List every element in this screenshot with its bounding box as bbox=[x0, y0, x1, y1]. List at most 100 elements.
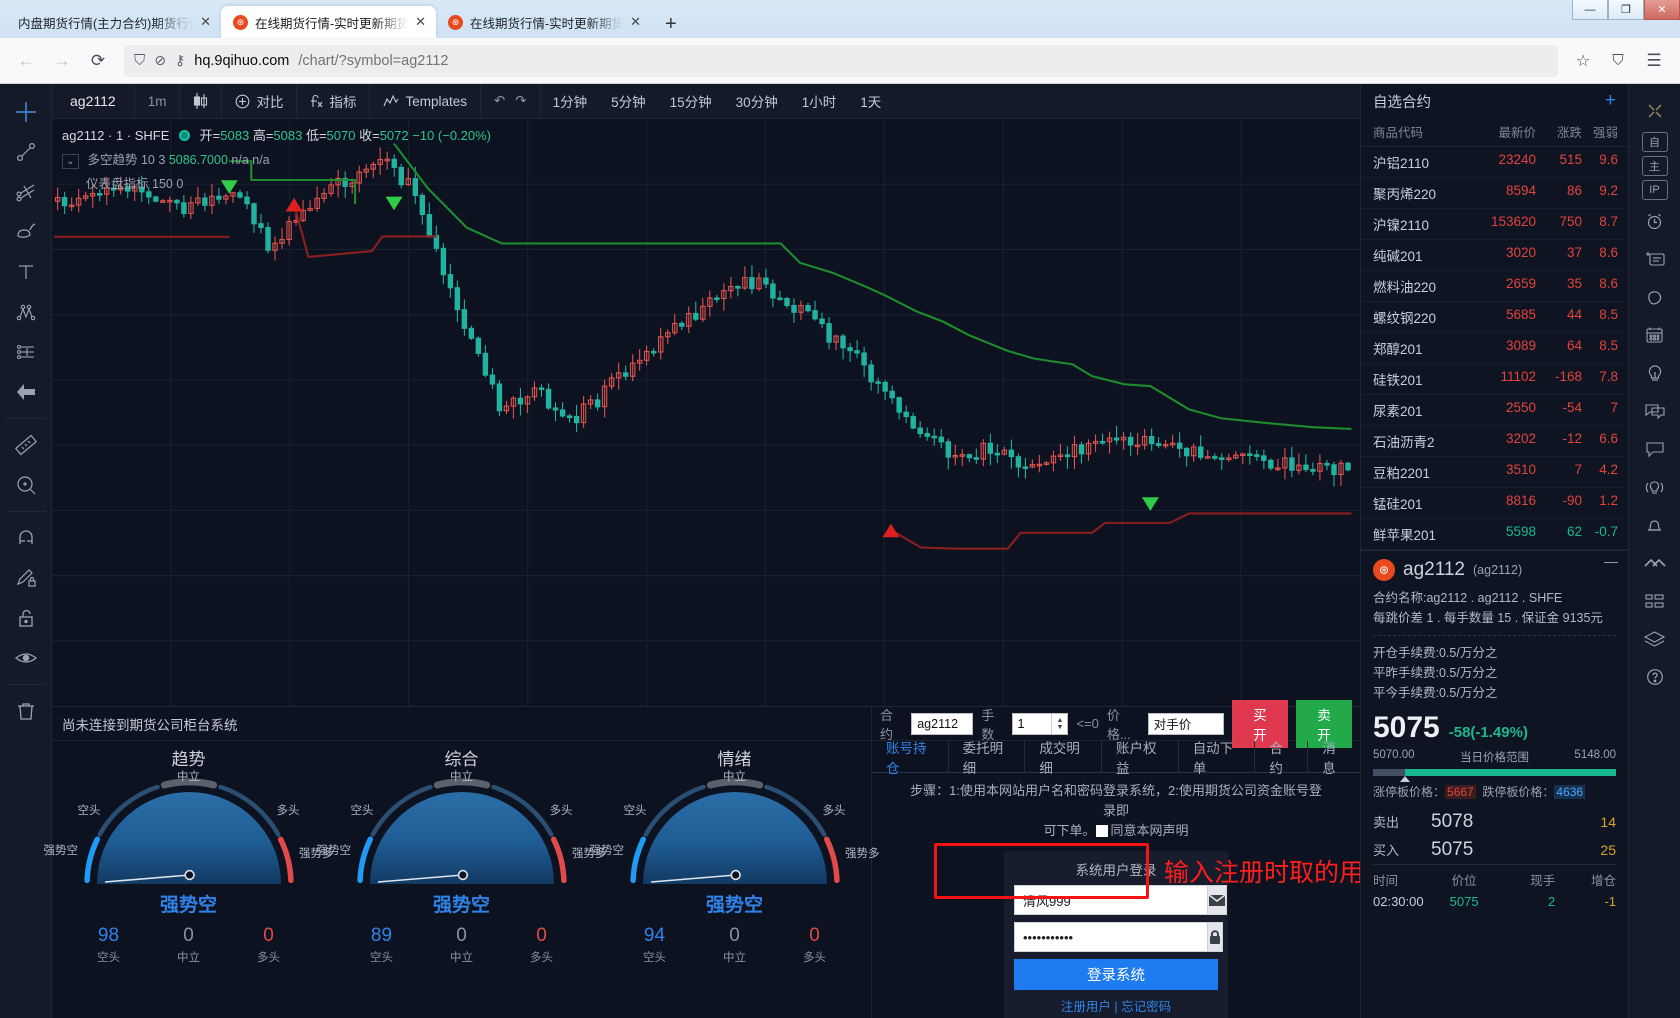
chevrons-icon[interactable] bbox=[1638, 546, 1672, 580]
timeframe-1h[interactable]: 1小时 bbox=[790, 84, 849, 119]
text-icon[interactable] bbox=[8, 254, 44, 290]
table-row[interactable]: 尿素201 2550 -54 7 bbox=[1361, 395, 1628, 426]
username-input[interactable] bbox=[1014, 885, 1207, 916]
table-row[interactable]: 聚丙烯220 8594 86 9.2 bbox=[1361, 178, 1628, 209]
crosshair-icon[interactable] bbox=[8, 94, 44, 130]
minimize-button[interactable]: — bbox=[1572, 0, 1608, 20]
tab-5[interactable]: 合约 bbox=[1254, 741, 1307, 776]
table-row[interactable]: 鲜苹果201 5598 62 -0.7 bbox=[1361, 519, 1628, 550]
stepper-arrows-icon[interactable]: ▲ ▼ bbox=[1051, 713, 1067, 734]
chevron-down-icon[interactable]: ⌄ bbox=[62, 154, 79, 169]
agree-checkbox[interactable] bbox=[1095, 825, 1108, 838]
camera-blocked-icon[interactable]: ⊘ bbox=[154, 52, 166, 69]
timeframe-1m[interactable]: 1分钟 bbox=[541, 84, 600, 119]
price-chart[interactable]: ag2112 · 1 · SHFE 开=5083 高=5083 低=5070 收… bbox=[52, 119, 1360, 706]
layers-icon[interactable] bbox=[1638, 622, 1672, 656]
forward-icon[interactable]: → bbox=[46, 45, 78, 77]
table-row[interactable]: 燃料油220 2659 35 8.6 bbox=[1361, 271, 1628, 302]
tab-6[interactable]: 消息 bbox=[1307, 741, 1360, 776]
compare-button[interactable]: 对比 bbox=[222, 83, 298, 119]
trash-icon[interactable] bbox=[8, 693, 44, 729]
calendar-icon[interactable] bbox=[1638, 318, 1672, 352]
back-icon[interactable]: ← bbox=[10, 45, 42, 77]
timeframe-15m[interactable]: 15分钟 bbox=[658, 84, 724, 119]
new-tab-button[interactable]: + bbox=[651, 14, 691, 38]
ruler-icon[interactable] bbox=[8, 427, 44, 463]
close-window-button[interactable]: ✕ bbox=[1644, 0, 1680, 20]
hand-icon[interactable] bbox=[1638, 280, 1672, 314]
draw-lock-icon[interactable] bbox=[8, 560, 44, 596]
shield-icon[interactable]: ⛉ bbox=[134, 52, 145, 69]
idea-icon[interactable] bbox=[1638, 356, 1672, 390]
chart-canvas[interactable] bbox=[52, 119, 1360, 706]
templates-button[interactable]: Templates bbox=[370, 83, 481, 119]
table-row[interactable]: 螺纹钢220 5685 44 8.5 bbox=[1361, 302, 1628, 333]
pocket-icon[interactable]: ⛉ bbox=[1602, 45, 1634, 77]
table-row[interactable]: 沪镍2110 153620 750 8.7 bbox=[1361, 209, 1628, 240]
ip-icon[interactable]: IP bbox=[1641, 180, 1668, 200]
table-row[interactable]: 锰硅201 8816 -90 1.2 bbox=[1361, 488, 1628, 519]
timeframe-5m[interactable]: 5分钟 bbox=[599, 84, 658, 119]
browser-tab-3[interactable]: ⊛ 在线期货行情-实时更新期货最新 ✕ bbox=[436, 6, 651, 38]
table-row[interactable]: 石油沥青2 3202 -12 6.6 bbox=[1361, 426, 1628, 457]
tab-4[interactable]: 自动下单 bbox=[1177, 741, 1255, 776]
price-input[interactable] bbox=[1147, 712, 1224, 735]
fib-fan-icon[interactable] bbox=[8, 174, 44, 210]
collapse-icon[interactable]: — bbox=[1604, 553, 1618, 569]
register-link[interactable]: 注册用户 bbox=[1061, 1000, 1111, 1014]
timeframe-30m[interactable]: 30分钟 bbox=[724, 84, 790, 119]
tab-3[interactable]: 账户权益 bbox=[1101, 741, 1178, 776]
zoom-in-icon[interactable] bbox=[8, 467, 44, 503]
password-input[interactable] bbox=[1014, 922, 1207, 953]
layout-icon[interactable] bbox=[1638, 584, 1672, 618]
tab-1[interactable]: 委托明细 bbox=[947, 741, 1025, 776]
patterns-icon[interactable] bbox=[8, 294, 44, 330]
table-row[interactable]: 纯碱201 3020 37 8.6 bbox=[1361, 240, 1628, 271]
browser-tab-1[interactable]: 内盘期货行情(主力合约)期货行情列 ✕ bbox=[6, 6, 221, 38]
redo-icon[interactable]: ↷ bbox=[510, 83, 541, 119]
candle-style-icon[interactable] bbox=[180, 83, 223, 119]
close-icon[interactable]: ✕ bbox=[630, 14, 641, 30]
brush-icon[interactable] bbox=[8, 214, 44, 250]
alarm-icon[interactable] bbox=[1638, 204, 1672, 238]
add-symbol-icon[interactable]: + bbox=[1605, 90, 1616, 112]
bell-icon[interactable] bbox=[1638, 508, 1672, 542]
broadcast-icon[interactable] bbox=[1638, 470, 1672, 504]
main-cn-icon[interactable]: 主 bbox=[1641, 156, 1668, 176]
forecast-icon[interactable] bbox=[8, 334, 44, 370]
contract-input[interactable] bbox=[911, 712, 974, 735]
username-group[interactable] bbox=[1014, 885, 1227, 916]
table-row[interactable]: 豆粕2201 3510 7 4.2 bbox=[1361, 457, 1628, 488]
table-row[interactable]: 沪铝2110 23240 515 9.6 bbox=[1361, 147, 1628, 178]
password-group[interactable] bbox=[1014, 922, 1223, 953]
chart-symbol[interactable]: ag2112 bbox=[52, 83, 135, 119]
forgot-password-link[interactable]: 忘记密码 bbox=[1121, 1000, 1171, 1014]
indicators-button[interactable]: 指标 bbox=[297, 83, 371, 119]
menu-icon[interactable]: ☰ bbox=[1638, 45, 1670, 77]
maximize-button[interactable]: ❐ bbox=[1608, 0, 1644, 20]
table-row[interactable]: 郑醇201 3089 64 8.5 bbox=[1361, 333, 1628, 364]
chart-interval[interactable]: 1m bbox=[135, 83, 181, 119]
chat-icon[interactable] bbox=[1638, 432, 1672, 466]
tab-2[interactable]: 成交明细 bbox=[1024, 741, 1101, 776]
chat-multi-icon[interactable] bbox=[1638, 394, 1672, 428]
watchlist-cn-icon[interactable]: 自 bbox=[1641, 132, 1668, 152]
reload-icon[interactable]: ⟳ bbox=[82, 45, 114, 77]
tab-0[interactable]: 账号持仓 bbox=[872, 741, 948, 776]
help-icon[interactable] bbox=[1638, 660, 1672, 694]
arrow-left-icon[interactable] bbox=[8, 374, 44, 410]
trendline-icon[interactable] bbox=[8, 134, 44, 170]
lock-icon[interactable] bbox=[8, 600, 44, 636]
quantity-stepper[interactable]: ▲▼ bbox=[1012, 712, 1069, 735]
notes-icon[interactable] bbox=[1638, 242, 1672, 276]
quantity-input[interactable] bbox=[1013, 713, 1052, 734]
close-icon[interactable]: ✕ bbox=[415, 14, 426, 30]
browser-tab-2[interactable]: ⊛ 在线期货行情-实时更新期货最新 ✕ bbox=[221, 6, 436, 38]
bookmark-star-icon[interactable]: ☆ bbox=[1568, 46, 1598, 76]
eye-icon[interactable] bbox=[8, 640, 44, 676]
address-bar[interactable]: ⛉ ⊘ ⚷ hq.9qihuo.com/chart/?symbol=ag2112 bbox=[124, 44, 1558, 77]
fullscreen-icon[interactable] bbox=[1638, 94, 1672, 128]
close-icon[interactable]: ✕ bbox=[200, 14, 211, 30]
timeframe-1d[interactable]: 1天 bbox=[848, 84, 893, 119]
undo-icon[interactable]: ↶ bbox=[481, 84, 510, 119]
